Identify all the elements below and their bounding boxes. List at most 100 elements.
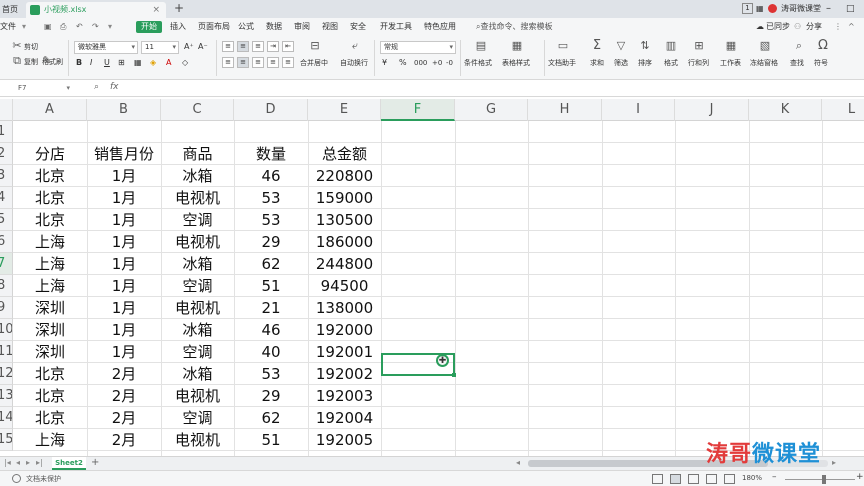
freeze-panes-button[interactable]: 冻结窗格 — [750, 58, 778, 68]
format-painter-button[interactable]: 格式刷 — [42, 57, 63, 67]
data-cell[interactable]: 北京 — [13, 363, 87, 385]
column-header-f[interactable]: F — [381, 99, 455, 121]
print-icon[interactable]: ⎙ — [60, 21, 66, 33]
data-cell[interactable]: 46 — [234, 319, 308, 341]
align-center-icon[interactable]: ≡ — [237, 57, 249, 68]
column-header-d[interactable]: D — [234, 99, 308, 121]
data-cell[interactable]: 空调 — [161, 407, 234, 429]
column-header-a[interactable]: A — [13, 99, 87, 121]
data-cell[interactable]: 冰箱 — [161, 363, 234, 385]
data-cell[interactable]: 电视机 — [161, 231, 234, 253]
bold-icon[interactable]: B — [76, 58, 82, 68]
page-layout-view-icon[interactable] — [688, 474, 699, 484]
data-cell[interactable]: 上海 — [13, 429, 87, 451]
worksheet-icon[interactable]: ▦ — [724, 40, 738, 52]
data-cell[interactable]: 上海 — [13, 253, 87, 275]
column-header-b[interactable]: B — [87, 99, 161, 121]
column-header-h[interactable]: H — [528, 99, 602, 121]
worksheet-button[interactable]: 工作表 — [720, 58, 741, 68]
format-icon[interactable]: ▥ — [664, 40, 678, 52]
grid-view-icon[interactable]: ▦ — [756, 3, 764, 15]
outdent-icon[interactable]: ⇤ — [282, 41, 294, 52]
menu-view[interactable]: 视图 — [322, 21, 338, 33]
column-header-l[interactable]: L — [822, 99, 864, 121]
justify-icon[interactable]: ≡ — [267, 57, 279, 68]
row-header[interactable]: 14 — [0, 407, 13, 429]
underline-icon[interactable]: U — [104, 58, 110, 68]
symbol-button[interactable]: 符号 — [814, 58, 828, 68]
name-box[interactable]: F7 — [0, 82, 72, 95]
header-cell[interactable]: 数量 — [234, 143, 308, 165]
menu-features[interactable]: 特色应用 — [424, 21, 456, 33]
data-cell[interactable]: 2月 — [87, 407, 161, 429]
row-header[interactable]: 5 — [0, 209, 13, 231]
data-cell[interactable]: 1月 — [87, 275, 161, 297]
table-style-button[interactable]: 表格样式 — [502, 58, 530, 68]
align-left-icon[interactable]: ≡ — [222, 57, 234, 68]
data-cell[interactable]: 46 — [234, 165, 308, 187]
data-cell[interactable]: 北京 — [13, 385, 87, 407]
menu-security[interactable]: 安全 — [350, 21, 366, 33]
data-cell[interactable]: 冰箱 — [161, 319, 234, 341]
formula-input[interactable] — [124, 82, 864, 95]
command-search[interactable]: ⌕查找命令、搜索模板 — [476, 21, 552, 32]
row-header[interactable]: 8 — [0, 275, 13, 297]
copy-icon[interactable]: ⧉ — [10, 55, 24, 67]
close-tab-icon[interactable]: × — [152, 2, 160, 18]
increase-decimal-icon[interactable]: +0 — [432, 58, 442, 68]
row-header[interactable]: 15 — [0, 429, 13, 451]
doc-helper-button[interactable]: 文档助手 — [548, 58, 576, 68]
column-header-c[interactable]: C — [161, 99, 234, 121]
undo-icon[interactable]: ↶ — [76, 21, 83, 33]
data-cell[interactable]: 51 — [234, 429, 308, 451]
zoom-slider-track[interactable] — [785, 479, 855, 480]
indent-icon[interactable]: ⇥ — [267, 41, 279, 52]
data-cell[interactable]: 电视机 — [161, 187, 234, 209]
zoom-icon[interactable]: ⌕ — [94, 82, 99, 92]
data-cell[interactable]: 北京 — [13, 187, 87, 209]
data-cell[interactable]: 深圳 — [13, 319, 87, 341]
data-cell[interactable]: 空调 — [161, 275, 234, 297]
sheet-tab-sheet2[interactable]: Sheet2 — [52, 457, 86, 470]
filter-button[interactable]: 筛选 — [614, 58, 628, 68]
data-cell[interactable]: 北京 — [13, 407, 87, 429]
data-cell[interactable]: 冰箱 — [161, 165, 234, 187]
cut-button[interactable]: 剪切 — [24, 42, 38, 52]
chevron-down-icon[interactable]: ▾ — [22, 21, 26, 33]
people-icon[interactable]: ⚇ — [794, 21, 801, 33]
cell-style-icon[interactable]: ▦ — [134, 58, 142, 68]
sync-status[interactable]: 已同步 — [766, 21, 790, 33]
last-sheet-icon[interactable]: ▸| — [36, 458, 43, 467]
row-header[interactable]: 6 — [0, 231, 13, 253]
copy-button[interactable]: 复制 — [24, 57, 38, 67]
share-button[interactable]: 分享 — [806, 21, 822, 33]
clear-icon[interactable]: ◇ — [182, 58, 188, 68]
percent-button[interactable]: % — [399, 58, 407, 68]
menu-file[interactable]: 文件 — [0, 21, 16, 33]
menu-formula[interactable]: 公式 — [238, 21, 254, 33]
font-name-select[interactable]: 微软雅黑 — [74, 41, 138, 54]
page-break-view-icon[interactable] — [706, 474, 717, 484]
conditional-format-icon[interactable]: ▤ — [474, 40, 488, 52]
data-cell[interactable]: 深圳 — [13, 297, 87, 319]
add-sheet-button[interactable]: + — [91, 457, 99, 468]
sort-icon[interactable]: ⇅ — [638, 40, 652, 52]
align-middle-icon[interactable]: ≡ — [237, 41, 249, 52]
thousands-icon[interactable]: 000 — [414, 58, 427, 68]
eye-icon[interactable] — [652, 474, 663, 484]
data-cell[interactable]: 62 — [234, 407, 308, 429]
data-cell[interactable]: 2月 — [87, 363, 161, 385]
data-cell[interactable]: 深圳 — [13, 341, 87, 363]
align-right-icon[interactable]: ≡ — [252, 57, 264, 68]
header-cell[interactable]: 销售月份 — [87, 143, 161, 165]
menu-data[interactable]: 数据 — [266, 21, 282, 33]
header-cell[interactable]: 商品 — [161, 143, 234, 165]
select-all-corner[interactable] — [0, 99, 13, 121]
data-cell[interactable]: 1月 — [87, 319, 161, 341]
data-cell[interactable]: 北京 — [13, 209, 87, 231]
menu-developer[interactable]: 开发工具 — [380, 21, 412, 33]
data-cell[interactable]: 1月 — [87, 341, 161, 363]
conditional-format-button[interactable]: 条件格式 — [464, 58, 492, 68]
save-icon[interactable]: ▣ — [44, 21, 52, 33]
row-header[interactable]: 7 — [0, 253, 13, 275]
